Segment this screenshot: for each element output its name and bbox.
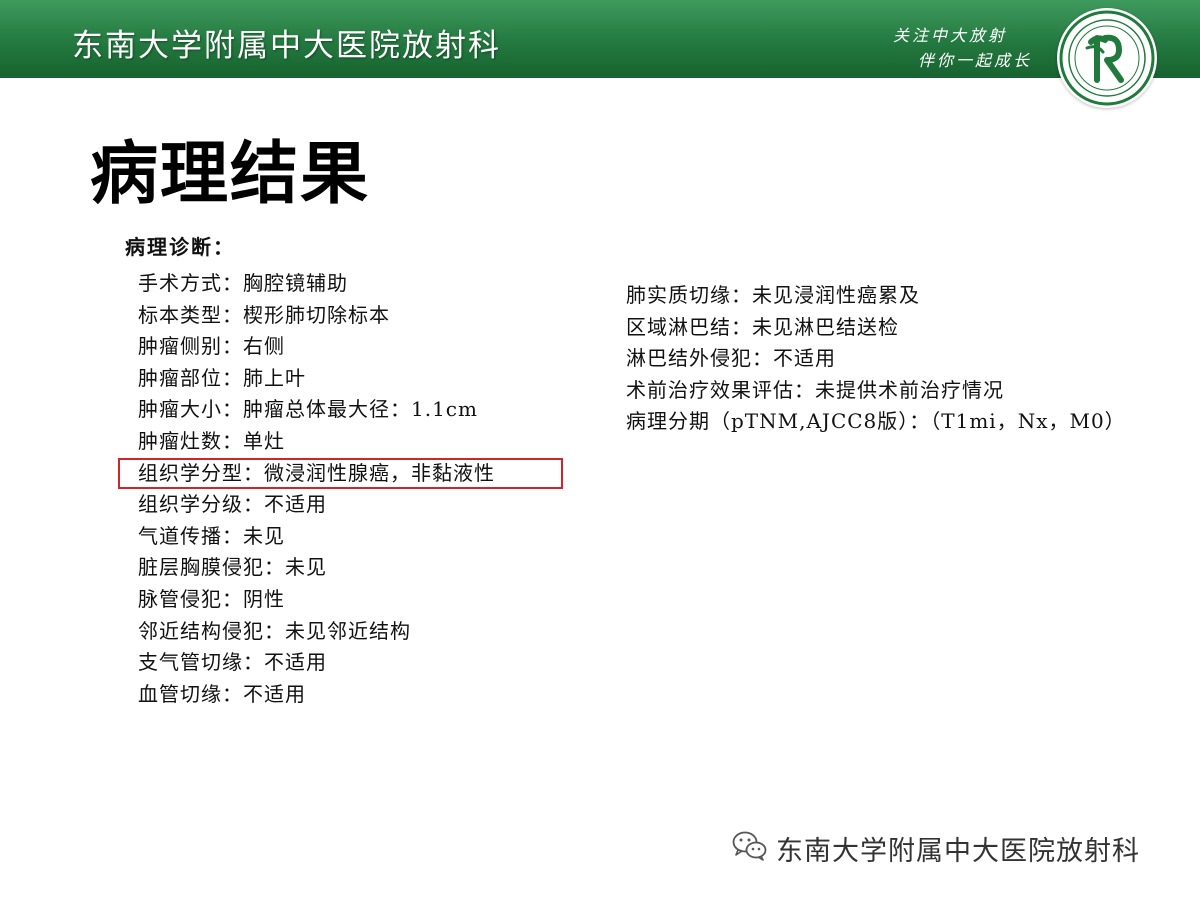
diagnosis-list-right: 肺实质切缘：未见浸润性癌累及 区域淋巴结：未见淋巴结送检 淋巴结外侵犯：不适用 … [626, 280, 1126, 438]
list-item: 支气管切缘：不适用 [138, 650, 327, 675]
list-item: 区域淋巴结：未见淋巴结送检 [626, 314, 899, 339]
footer-text: 东南大学附属中大医院放射科 [776, 835, 1140, 867]
list-item: 邻近结构侵犯：未见邻近结构 [138, 618, 411, 643]
list-item: 肿瘤大小：肿瘤总体最大径：1.1cm [138, 397, 478, 422]
wechat-icon [732, 830, 768, 866]
list-item: 气道传播：未见 [138, 523, 285, 548]
slogan-line-1: 关注中大放射 [893, 26, 1008, 45]
list-item: 肺实质切缘：未见浸润性癌累及 [626, 283, 920, 307]
diagnosis-list-left: 手术方式：胸腔镜辅助 标本类型：楔形肺切除标本 肿瘤侧别：右侧 肿瘤部位：肺上叶… [138, 268, 495, 710]
highlight-box [118, 458, 563, 489]
list-item: 肿瘤部位：肺上叶 [138, 365, 306, 390]
list-item: 肿瘤侧别：右侧 [138, 334, 285, 359]
list-item: 脉管侵犯：阴性 [138, 586, 285, 611]
list-item: 淋巴结外侵犯：不适用 [626, 346, 836, 371]
list-item: 组织学分级：不适用 [138, 492, 327, 517]
list-item: 病理分期（pTNM,AJCC8版）：（T1mi，Nx，M0） [626, 409, 1126, 434]
list-item: 标本类型：楔形肺切除标本 [138, 302, 390, 327]
header-bar: 东南大学附属中大医院放射科 关注中大放射 伴你一起成长 [0, 0, 1200, 78]
hospital-logo [1057, 8, 1157, 108]
list-item: 手术方式：胸腔镜辅助 [138, 271, 348, 295]
list-item: 血管切缘：不适用 [138, 681, 306, 706]
footer-watermark: 东南大学附属中大医院放射科 [732, 828, 1140, 868]
page-title: 病理结果 [90, 135, 371, 214]
list-item: 肿瘤灶数：单灶 [138, 428, 285, 453]
list-item: 脏层胸膜侵犯：未见 [138, 555, 327, 580]
list-item: 术前治疗效果评估：未提供术前治疗情况 [626, 377, 1004, 402]
slogan-line-2: 伴你一起成长 [918, 51, 1033, 70]
diagnosis-heading: 病理诊断： [125, 235, 235, 259]
header-title: 东南大学附属中大医院放射科 [72, 28, 501, 64]
